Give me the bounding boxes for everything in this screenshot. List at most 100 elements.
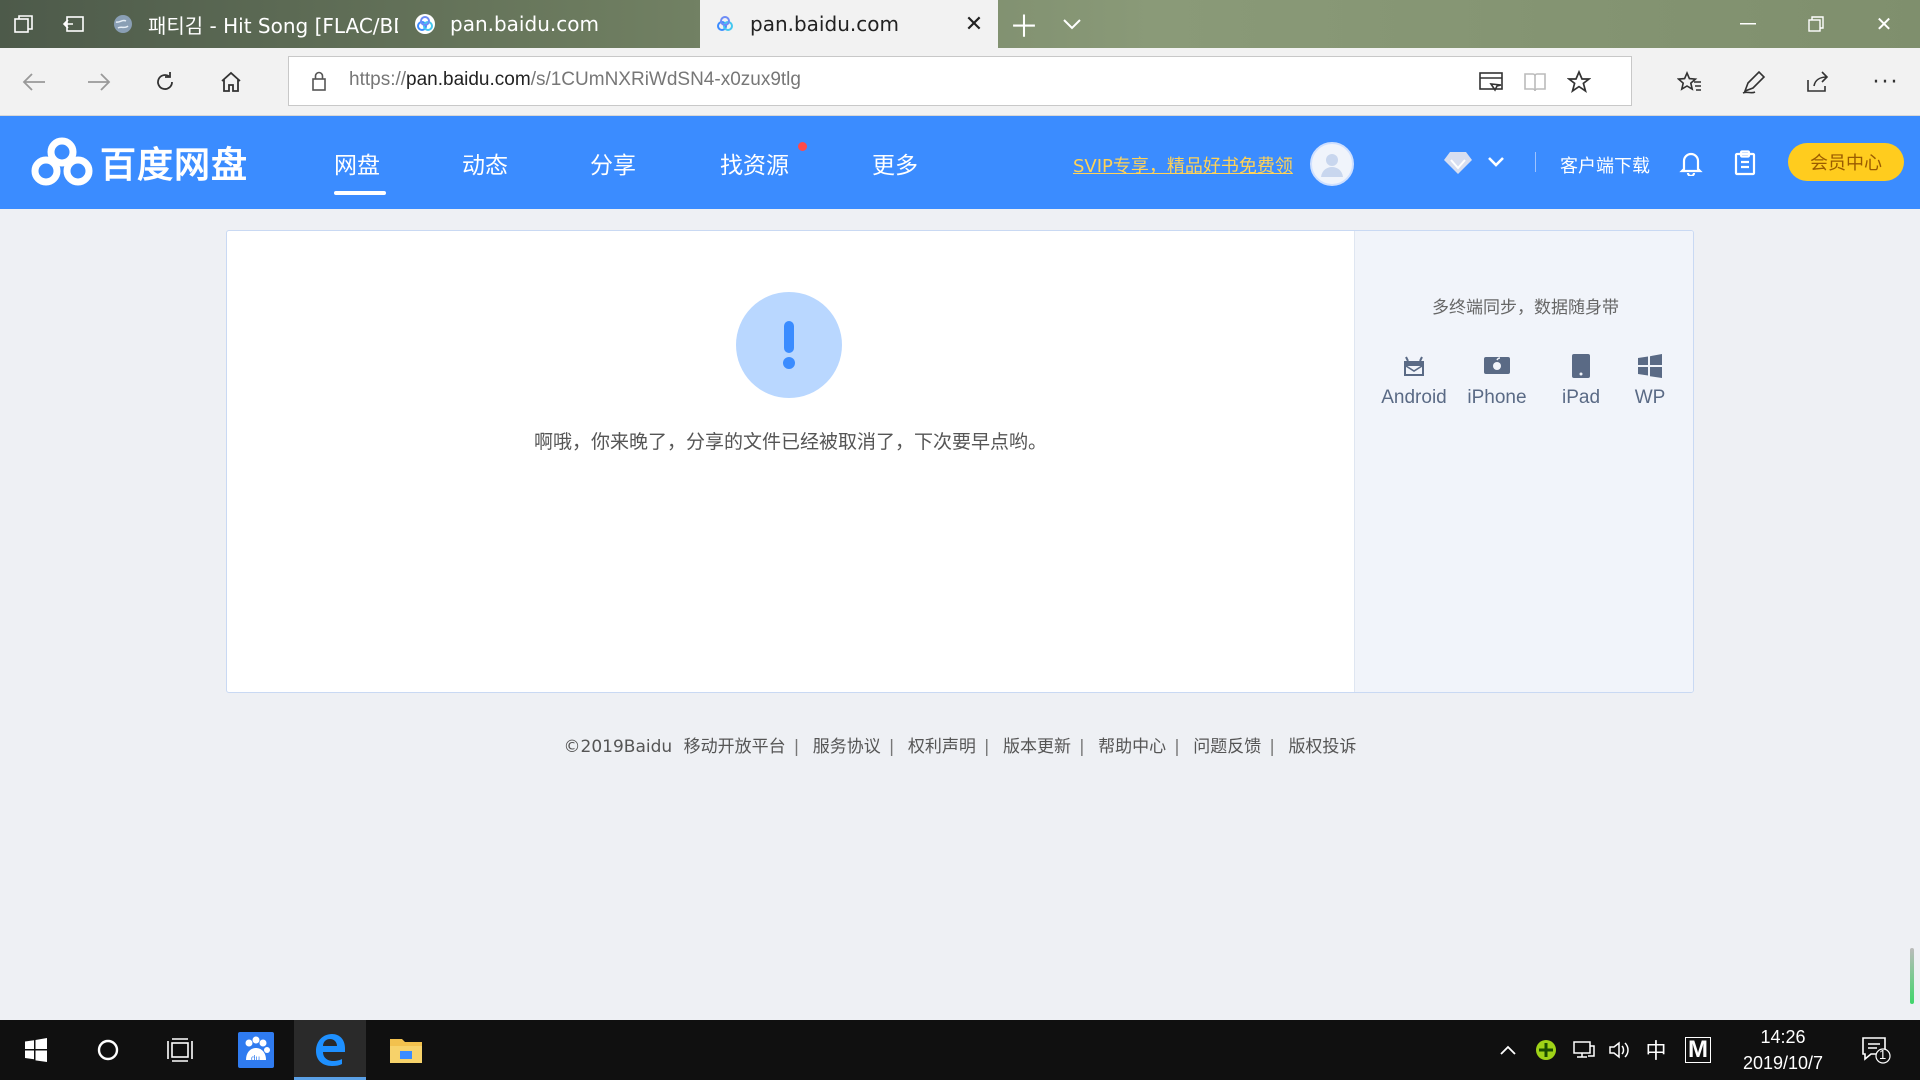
home-icon[interactable] [207, 58, 255, 106]
task-view-icon[interactable] [144, 1020, 216, 1080]
forward-icon[interactable] [75, 58, 123, 106]
footer-link[interactable]: 权利声明 [908, 737, 976, 757]
multi-device-title: 多终端同步，数据随身带 [1432, 298, 1619, 318]
warning-exclamation-icon [736, 292, 842, 398]
android-icon [1402, 351, 1426, 381]
new-badge-dot [798, 142, 807, 151]
svip-promo-link[interactable]: SVIP专享，精品好书免费领 [1073, 152, 1293, 178]
taskbar-clock[interactable]: 14:26 2019/10/7 [1700, 1024, 1866, 1076]
platform-label: Android [1381, 387, 1447, 408]
header-divider [1535, 152, 1536, 172]
platform-iphone[interactable]: iPhone [1461, 351, 1533, 409]
platform-android[interactable]: Android [1377, 351, 1451, 409]
baidu-pan-favicon-icon [717, 16, 733, 31]
share-cancelled-message: 啊哦，你来晚了，分享的文件已经被取消了，下次要早点哟。 [533, 431, 1047, 453]
baidu-pan-header: 百度网盘 网盘 动态 分享 找资源 更多 SVIP专享，精品好书免费领 客户端下… [0, 116, 1920, 209]
minimize-window-icon[interactable] [1714, 0, 1782, 48]
footer-copyright: ©2019Baidu [563, 737, 673, 757]
footer-link[interactable]: 服务协议 [813, 737, 881, 757]
footer-link[interactable]: 移动开放平台 [684, 737, 786, 757]
new-tab-icon[interactable]: ＋ [1000, 0, 1048, 48]
footer-link[interactable]: 版权投诉 [1288, 737, 1356, 757]
diamond-vip-icon[interactable] [1440, 148, 1476, 178]
clipboard-icon[interactable] [1730, 148, 1760, 178]
tab-pan-baidu-1[interactable]: pan.baidu.com [400, 0, 696, 48]
cortana-search-icon[interactable] [72, 1020, 144, 1080]
action-center-icon[interactable]: 1 [1852, 1020, 1900, 1080]
add-notes-page-icon[interactable] [1475, 66, 1507, 98]
baidu-pan-favicon-icon [415, 14, 435, 34]
baidu-app-taskbar-icon[interactable]: du [220, 1020, 292, 1080]
tab-manager-icon[interactable] [0, 0, 48, 48]
url-scheme: https:// [349, 69, 407, 90]
nav-item-gengduo[interactable]: 更多 [872, 146, 918, 180]
tab-title: 패티김 - Hit Song [FLAC/BD [148, 13, 398, 38]
address-bar[interactable]: https://pan.baidu.com/s/1CUmNXRiWdSN4-x0… [288, 56, 1632, 106]
ipad-icon [1571, 351, 1591, 381]
active-nav-indicator [334, 191, 386, 195]
volume-icon[interactable] [1602, 1020, 1638, 1080]
windows-icon [1637, 351, 1663, 381]
footer-link[interactable]: 版本更新 [1003, 737, 1071, 757]
footer-link[interactable]: 帮助中心 [1098, 737, 1166, 757]
avatar[interactable] [1310, 142, 1354, 186]
close-window-icon[interactable]: ✕ [1850, 0, 1918, 48]
tab-title: pan.baidu.com [750, 12, 899, 36]
url-host: pan.baidu.com [406, 69, 531, 90]
globe-favicon-icon [114, 15, 132, 33]
security-app-tray-icon[interactable] [1528, 1020, 1564, 1080]
browser-tab-strip: 패티김 - Hit Song [FLAC/BD pan.baidu.com pa… [0, 0, 1920, 48]
tab-title: pan.baidu.com [450, 12, 599, 36]
svg-text:du: du [251, 1054, 260, 1063]
share-icon[interactable] [1794, 58, 1842, 106]
set-tabs-aside-icon[interactable] [50, 0, 98, 48]
network-icon[interactable] [1566, 1020, 1602, 1080]
client-download-link[interactable]: 客户端下载 [1560, 152, 1650, 178]
url-path: /s/1CUmNXRiWdSN4-x0zux9tlg [530, 69, 801, 90]
bell-icon[interactable] [1676, 148, 1706, 178]
url-text[interactable]: https://pan.baidu.com/s/1CUmNXRiWdSN4-x0… [349, 69, 801, 91]
scrollbar[interactable] [1910, 948, 1914, 1004]
tab-preview-chevron-icon[interactable] [1048, 0, 1096, 48]
chevron-down-icon[interactable] [1484, 150, 1508, 174]
close-tab-icon[interactable]: ✕ [962, 12, 986, 37]
nav-item-dongtai[interactable]: 动态 [462, 146, 508, 180]
restore-window-icon[interactable] [1782, 0, 1850, 48]
platform-label: iPad [1561, 387, 1601, 408]
reading-view-icon[interactable] [1519, 66, 1551, 98]
nav-item-zhaoziyuan[interactable]: 找资源 [720, 146, 789, 180]
refresh-icon[interactable] [141, 58, 189, 106]
clock-time: 14:26 [1760, 1027, 1806, 1047]
baidu-pan-logo[interactable]: 百度网盘 [30, 136, 248, 188]
platform-label: WP [1634, 387, 1666, 408]
baidu-pan-logo-icon [31, 137, 93, 186]
footer-link[interactable]: 问题反馈 [1193, 737, 1261, 757]
platform-label: iPhone [1467, 387, 1527, 408]
pen-notes-icon[interactable] [1730, 58, 1778, 106]
edge-browser-taskbar-icon[interactable] [294, 1020, 366, 1080]
back-icon[interactable] [10, 58, 58, 106]
platform-ipad[interactable]: iPad [1551, 351, 1611, 409]
favorite-star-icon[interactable] [1563, 66, 1595, 98]
platform-wp[interactable]: WP [1625, 351, 1675, 409]
tab-hit-song[interactable]: 패티김 - Hit Song [FLAC/BD [98, 0, 398, 48]
windows-taskbar: du 中 M 14:26 2019/10/7 1 [0, 1020, 1920, 1080]
windows-start-icon[interactable] [0, 1020, 72, 1080]
lock-icon[interactable] [311, 70, 327, 96]
tab-pan-baidu-active[interactable]: pan.baidu.com ✕ [700, 0, 998, 48]
more-options-icon[interactable]: ··· [1862, 58, 1910, 106]
file-explorer-taskbar-icon[interactable] [370, 1020, 442, 1080]
vip-center-button[interactable]: 会员中心 [1788, 143, 1904, 181]
favorites-hub-icon[interactable] [1666, 58, 1714, 106]
nav-item-fenxiang[interactable]: 分享 [590, 146, 636, 180]
browser-toolbar: https://pan.baidu.com/s/1CUmNXRiWdSN4-x0… [0, 48, 1920, 116]
page-footer: ©2019Baidu 移动开放平台 | 服务协议 | 权利声明 | 版本更新 | 帮助中… [563, 737, 1357, 757]
share-cancelled-card: 啊哦，你来晚了，分享的文件已经被取消了，下次要早点哟。 多终端同步，数据随身带 … [226, 230, 1694, 693]
ime-language-indicator[interactable]: 中 [1638, 1020, 1674, 1080]
notification-count-badge: 1 [1879, 1047, 1887, 1062]
multi-device-panel: 多终端同步，数据随身带 Android iPhone iPad WP [1354, 231, 1693, 692]
user-avatar-icon [1321, 154, 1343, 177]
clock-date: 2019/10/7 [1742, 1053, 1824, 1073]
nav-item-wangpan[interactable]: 网盘 [334, 146, 380, 180]
tray-expand-chevron-icon[interactable] [1490, 1020, 1526, 1080]
